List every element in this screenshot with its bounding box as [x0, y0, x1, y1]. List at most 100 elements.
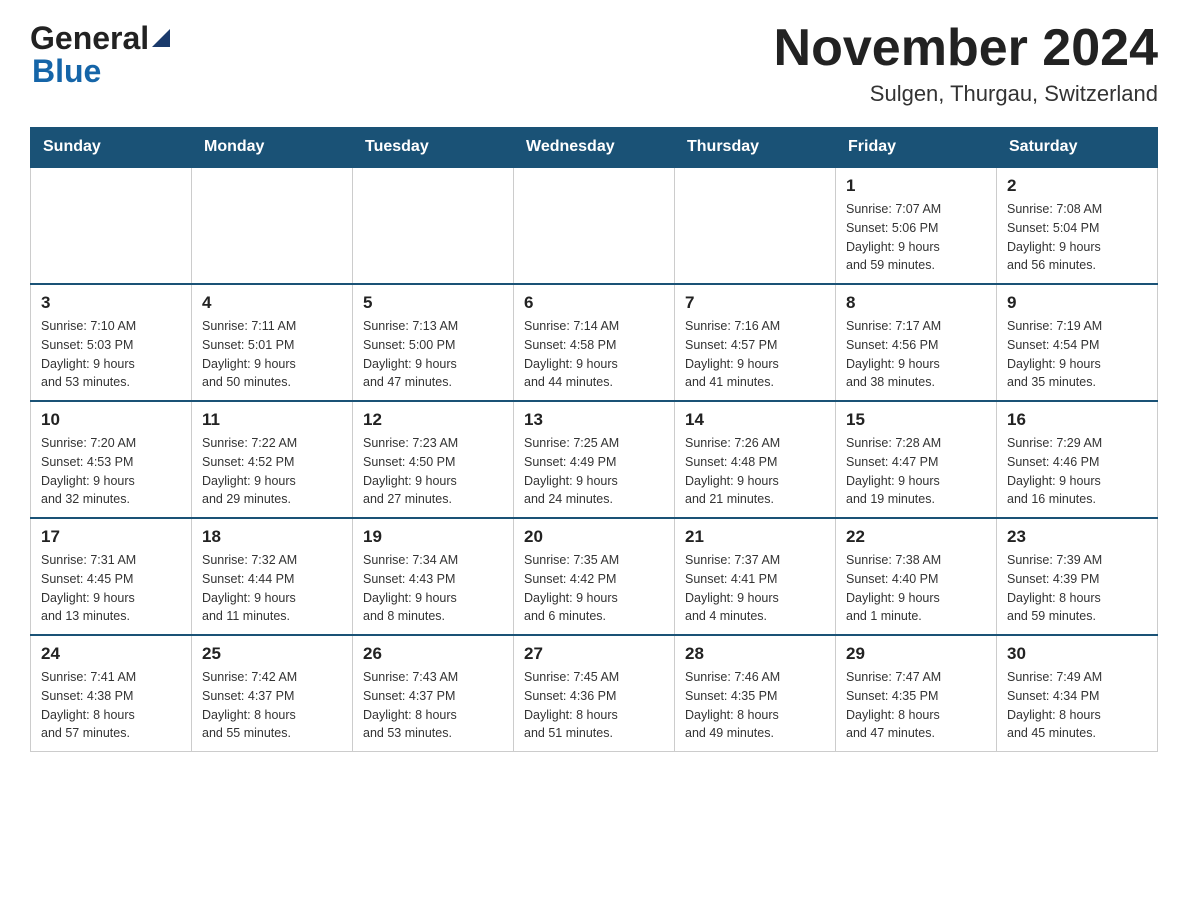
logo: General Blue: [30, 20, 170, 90]
day-info: Sunrise: 7:10 AMSunset: 5:03 PMDaylight:…: [41, 317, 181, 392]
day-info: Sunrise: 7:16 AMSunset: 4:57 PMDaylight:…: [685, 317, 825, 392]
header-sunday: Sunday: [31, 128, 192, 168]
day-number: 28: [685, 644, 825, 664]
day-number: 9: [1007, 293, 1147, 313]
day-number: 19: [363, 527, 503, 547]
calendar-cell: 17 Sunrise: 7:31 AMSunset: 4:45 PMDayligh…: [31, 518, 192, 635]
calendar-cell: [514, 167, 675, 284]
day-number: 20: [524, 527, 664, 547]
calendar-cell: 30 Sunrise: 7:49 AMSunset: 4:34 PMDayligh…: [997, 635, 1158, 752]
day-number: 12: [363, 410, 503, 430]
calendar-cell: 23 Sunrise: 7:39 AMSunset: 4:39 PMDayligh…: [997, 518, 1158, 635]
header-wednesday: Wednesday: [514, 128, 675, 168]
day-info: Sunrise: 7:37 AMSunset: 4:41 PMDaylight:…: [685, 551, 825, 626]
calendar-cell: 16 Sunrise: 7:29 AMSunset: 4:46 PMDayligh…: [997, 401, 1158, 518]
header-saturday: Saturday: [997, 128, 1158, 168]
week-row-4: 17 Sunrise: 7:31 AMSunset: 4:45 PMDayligh…: [31, 518, 1158, 635]
calendar-table: SundayMondayTuesdayWednesdayThursdayFrid…: [30, 127, 1158, 752]
calendar-cell: 7 Sunrise: 7:16 AMSunset: 4:57 PMDaylight…: [675, 284, 836, 401]
day-info: Sunrise: 7:43 AMSunset: 4:37 PMDaylight:…: [363, 668, 503, 743]
calendar-cell: 20 Sunrise: 7:35 AMSunset: 4:42 PMDayligh…: [514, 518, 675, 635]
day-number: 14: [685, 410, 825, 430]
calendar-cell: 28 Sunrise: 7:46 AMSunset: 4:35 PMDayligh…: [675, 635, 836, 752]
calendar-cell: 10 Sunrise: 7:20 AMSunset: 4:53 PMDayligh…: [31, 401, 192, 518]
calendar-cell: 1 Sunrise: 7:07 AMSunset: 5:06 PMDaylight…: [836, 167, 997, 284]
calendar-cell: 22 Sunrise: 7:38 AMSunset: 4:40 PMDayligh…: [836, 518, 997, 635]
day-number: 4: [202, 293, 342, 313]
title-block: November 2024 Sulgen, Thurgau, Switzerla…: [774, 20, 1158, 107]
day-info: Sunrise: 7:14 AMSunset: 4:58 PMDaylight:…: [524, 317, 664, 392]
calendar-cell: 9 Sunrise: 7:19 AMSunset: 4:54 PMDaylight…: [997, 284, 1158, 401]
day-number: 13: [524, 410, 664, 430]
day-info: Sunrise: 7:39 AMSunset: 4:39 PMDaylight:…: [1007, 551, 1147, 626]
calendar-cell: 18 Sunrise: 7:32 AMSunset: 4:44 PMDayligh…: [192, 518, 353, 635]
header-thursday: Thursday: [675, 128, 836, 168]
day-info: Sunrise: 7:41 AMSunset: 4:38 PMDaylight:…: [41, 668, 181, 743]
day-number: 18: [202, 527, 342, 547]
day-number: 6: [524, 293, 664, 313]
day-number: 23: [1007, 527, 1147, 547]
day-info: Sunrise: 7:29 AMSunset: 4:46 PMDaylight:…: [1007, 434, 1147, 509]
calendar-cell: 24Sunrise: 7:41 AMSunset: 4:38 PMDayligh…: [31, 635, 192, 752]
calendar-cell: 26Sunrise: 7:43 AMSunset: 4:37 PMDayligh…: [353, 635, 514, 752]
day-number: 16: [1007, 410, 1147, 430]
day-number: 1: [846, 176, 986, 196]
week-row-1: 1 Sunrise: 7:07 AMSunset: 5:06 PMDaylight…: [31, 167, 1158, 284]
day-number: 10: [41, 410, 181, 430]
day-info: Sunrise: 7:20 AMSunset: 4:53 PMDaylight:…: [41, 434, 181, 509]
day-info: Sunrise: 7:19 AMSunset: 4:54 PMDaylight:…: [1007, 317, 1147, 392]
day-number: 30: [1007, 644, 1147, 664]
calendar-cell: 3Sunrise: 7:10 AMSunset: 5:03 PMDaylight…: [31, 284, 192, 401]
day-info: Sunrise: 7:13 AMSunset: 5:00 PMDaylight:…: [363, 317, 503, 392]
header-monday: Monday: [192, 128, 353, 168]
day-number: 2: [1007, 176, 1147, 196]
logo-general-text: General: [30, 20, 149, 57]
day-info: Sunrise: 7:35 AMSunset: 4:42 PMDaylight:…: [524, 551, 664, 626]
day-info: Sunrise: 7:38 AMSunset: 4:40 PMDaylight:…: [846, 551, 986, 626]
week-row-2: 3Sunrise: 7:10 AMSunset: 5:03 PMDaylight…: [31, 284, 1158, 401]
calendar-cell: 2Sunrise: 7:08 AMSunset: 5:04 PMDaylight…: [997, 167, 1158, 284]
day-info: Sunrise: 7:45 AMSunset: 4:36 PMDaylight:…: [524, 668, 664, 743]
day-info: Sunrise: 7:46 AMSunset: 4:35 PMDaylight:…: [685, 668, 825, 743]
page-header: General Blue November 2024 Sulgen, Thurg…: [30, 20, 1158, 107]
day-info: Sunrise: 7:23 AMSunset: 4:50 PMDaylight:…: [363, 434, 503, 509]
day-info: Sunrise: 7:49 AMSunset: 4:34 PMDaylight:…: [1007, 668, 1147, 743]
day-number: 27: [524, 644, 664, 664]
calendar-cell: 25Sunrise: 7:42 AMSunset: 4:37 PMDayligh…: [192, 635, 353, 752]
calendar-cell: 11 Sunrise: 7:22 AMSunset: 4:52 PMDayligh…: [192, 401, 353, 518]
day-info: Sunrise: 7:25 AMSunset: 4:49 PMDaylight:…: [524, 434, 664, 509]
calendar-cell: 12 Sunrise: 7:23 AMSunset: 4:50 PMDayligh…: [353, 401, 514, 518]
calendar-cell: 21 Sunrise: 7:37 AMSunset: 4:41 PMDayligh…: [675, 518, 836, 635]
location-subtitle: Sulgen, Thurgau, Switzerland: [774, 81, 1158, 107]
day-number: 8: [846, 293, 986, 313]
calendar-cell: [31, 167, 192, 284]
calendar-cell: 27 Sunrise: 7:45 AMSunset: 4:36 PMDayligh…: [514, 635, 675, 752]
day-info: Sunrise: 7:47 AMSunset: 4:35 PMDaylight:…: [846, 668, 986, 743]
day-number: 22: [846, 527, 986, 547]
logo-blue-text: Blue: [32, 53, 170, 90]
week-row-3: 10 Sunrise: 7:20 AMSunset: 4:53 PMDayligh…: [31, 401, 1158, 518]
days-header-row: SundayMondayTuesdayWednesdayThursdayFrid…: [31, 128, 1158, 168]
day-info: Sunrise: 7:07 AMSunset: 5:06 PMDaylight:…: [846, 200, 986, 275]
day-number: 5: [363, 293, 503, 313]
day-info: Sunrise: 7:31 AMSunset: 4:45 PMDaylight:…: [41, 551, 181, 626]
calendar-cell: 6 Sunrise: 7:14 AMSunset: 4:58 PMDaylight…: [514, 284, 675, 401]
day-number: 21: [685, 527, 825, 547]
day-number: 17: [41, 527, 181, 547]
calendar-cell: 29Sunrise: 7:47 AMSunset: 4:35 PMDayligh…: [836, 635, 997, 752]
day-number: 11: [202, 410, 342, 430]
day-info: Sunrise: 7:32 AMSunset: 4:44 PMDaylight:…: [202, 551, 342, 626]
day-number: 7: [685, 293, 825, 313]
day-info: Sunrise: 7:22 AMSunset: 4:52 PMDaylight:…: [202, 434, 342, 509]
day-info: Sunrise: 7:34 AMSunset: 4:43 PMDaylight:…: [363, 551, 503, 626]
calendar-cell: 8Sunrise: 7:17 AMSunset: 4:56 PMDaylight…: [836, 284, 997, 401]
header-friday: Friday: [836, 128, 997, 168]
day-info: Sunrise: 7:28 AMSunset: 4:47 PMDaylight:…: [846, 434, 986, 509]
day-info: Sunrise: 7:11 AMSunset: 5:01 PMDaylight:…: [202, 317, 342, 392]
month-title: November 2024: [774, 20, 1158, 77]
logo-triangle-icon: [152, 29, 170, 47]
calendar-cell: 14Sunrise: 7:26 AMSunset: 4:48 PMDayligh…: [675, 401, 836, 518]
calendar-cell: [675, 167, 836, 284]
week-row-5: 24Sunrise: 7:41 AMSunset: 4:38 PMDayligh…: [31, 635, 1158, 752]
calendar-cell: 15Sunrise: 7:28 AMSunset: 4:47 PMDayligh…: [836, 401, 997, 518]
